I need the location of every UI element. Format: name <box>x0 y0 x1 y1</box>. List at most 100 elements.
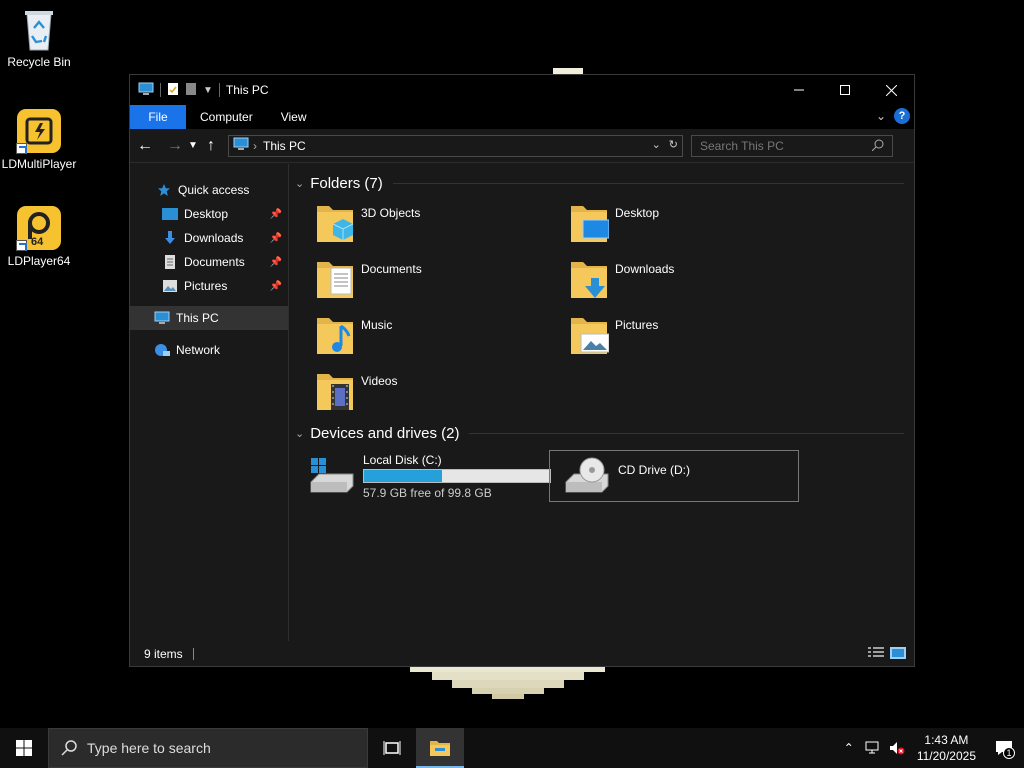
drives-list: Local Disk (C:) 57.9 GB free of 99.8 GB … <box>295 450 914 502</box>
tab-computer[interactable]: Computer <box>186 105 267 129</box>
details-view-icon[interactable] <box>868 647 884 662</box>
folder-3d-objects[interactable]: 3D Objects <box>295 202 549 258</box>
folder-name: Downloads <box>615 262 675 276</box>
ribbon-right: ⌄ ? <box>876 108 910 124</box>
nav-item-this-pc[interactable]: This PC <box>130 306 288 330</box>
action-center-button[interactable]: 1 <box>984 728 1024 768</box>
address-bar[interactable]: › This PC ⌄ ↻ <box>228 134 683 157</box>
desktop-icon-ldmultiplayer[interactable]: LDMultiPlayer <box>0 108 78 171</box>
ldmultiplayer-icon <box>16 108 62 154</box>
windows-logo-icon <box>16 740 32 756</box>
customize-toolbar-icon[interactable]: ▼ <box>203 85 213 96</box>
nav-item-pictures[interactable]: Pictures 📌 <box>130 274 288 298</box>
recent-locations-button[interactable]: ▼ <box>186 140 200 151</box>
nav-label: Pictures <box>184 279 228 293</box>
status-bar: 9 items <box>130 641 914 666</box>
show-hidden-icons-icon[interactable]: ⌃ <box>837 741 861 755</box>
nav-item-documents[interactable]: Documents 📌 <box>130 250 288 274</box>
drive-name: CD Drive (D:) <box>618 463 690 477</box>
wallpaper-shape <box>432 672 584 680</box>
breadcrumb[interactable]: This PC <box>263 139 306 153</box>
separator <box>192 647 194 660</box>
pin-icon[interactable]: 📌 <box>270 209 282 220</box>
forward-button[interactable]: → <box>164 137 186 155</box>
group-divider <box>469 432 904 434</box>
separator <box>218 83 220 97</box>
address-actions: ⌄ ↻ <box>652 138 678 151</box>
pin-icon[interactable]: 📌 <box>270 257 282 268</box>
chevron-right-icon: › <box>253 138 257 153</box>
drive-cd-drive-d[interactable]: CD Drive (D:) <box>549 450 799 502</box>
folder-name: Documents <box>361 262 422 276</box>
nav-item-network[interactable]: Network <box>130 338 288 362</box>
this-pc-icon <box>233 137 249 154</box>
nav-item-downloads[interactable]: Downloads 📌 <box>130 226 288 250</box>
taskbar: Type here to search ⌃ 1:43 AM 11/20/2025… <box>0 728 1024 768</box>
view-buttons <box>868 647 906 662</box>
title-bar[interactable]: ▼ This PC <box>130 75 914 105</box>
chevron-down-icon: ⌄ <box>295 427 305 440</box>
taskbar-search-box[interactable]: Type here to search <box>48 728 368 768</box>
clock[interactable]: 1:43 AM 11/20/2025 <box>917 732 976 764</box>
tab-view[interactable]: View <box>267 105 321 129</box>
start-button[interactable] <box>0 728 48 768</box>
folders-group-header[interactable]: ⌄ Folders (7) <box>295 172 914 194</box>
minimize-button[interactable] <box>776 75 822 105</box>
back-button[interactable]: ← <box>134 137 156 155</box>
tab-file[interactable]: File <box>130 105 186 129</box>
refresh-icon[interactable]: ↻ <box>669 138 678 151</box>
ldplayer64-icon: 64 <box>16 205 62 251</box>
folder-pictures[interactable]: Pictures <box>549 314 803 370</box>
folder-downloads[interactable]: Downloads <box>549 258 803 314</box>
drives-group-header[interactable]: ⌄ Devices and drives (2) <box>295 422 914 444</box>
wallpaper-shape <box>452 680 564 688</box>
network-status-icon[interactable] <box>861 741 885 755</box>
folder-name: Pictures <box>615 318 659 332</box>
nav-label: Downloads <box>184 231 244 245</box>
pin-icon[interactable]: 📌 <box>270 281 282 292</box>
address-dropdown-icon[interactable]: ⌄ <box>652 138 661 151</box>
nav-label: Quick access <box>178 183 250 197</box>
nav-quick-access[interactable]: Quick access <box>130 178 288 202</box>
close-button[interactable] <box>868 75 914 105</box>
folder-music[interactable]: Music <box>295 314 549 370</box>
drive-local-disk-c[interactable]: Local Disk (C:) 57.9 GB free of 99.8 GB <box>295 450 551 502</box>
shortcut-arrow-icon <box>16 143 27 154</box>
pictures-icon <box>162 278 178 294</box>
downloads-icon <box>162 230 178 246</box>
tiles-view-icon[interactable] <box>890 647 906 662</box>
volume-muted-icon[interactable] <box>885 741 909 755</box>
desktop-icon <box>162 206 178 222</box>
downloads-folder-icon <box>569 258 609 305</box>
local-disk-icon <box>309 456 355 497</box>
desktop-folder-icon <box>569 202 610 249</box>
folder-name: Desktop <box>615 206 660 220</box>
file-explorer-window: ▼ This PC File Computer View ⌄ ? ← → ▼ ↑ <box>129 74 915 667</box>
drive-name: Local Disk (C:) <box>363 452 442 467</box>
file-explorer-icon <box>430 741 450 756</box>
properties-icon[interactable] <box>167 82 179 99</box>
taskbar-file-explorer[interactable] <box>416 728 464 768</box>
desktop-icon-ldplayer64[interactable]: 64 LDPlayer64 <box>0 205 78 268</box>
pin-icon[interactable]: 📌 <box>270 233 282 244</box>
up-button[interactable]: ↑ <box>200 137 222 155</box>
nav-item-desktop[interactable]: Desktop 📌 <box>130 202 288 226</box>
maximize-button[interactable] <box>822 75 868 105</box>
new-folder-icon[interactable] <box>185 82 197 99</box>
drive-usage-fill <box>364 469 443 482</box>
expand-ribbon-icon[interactable]: ⌄ <box>876 109 886 123</box>
search-icon <box>871 139 884 154</box>
taskbar-search-placeholder: Type here to search <box>87 740 211 756</box>
folder-desktop[interactable]: Desktop <box>549 202 803 258</box>
ldplayer-badge: 64 <box>31 236 44 248</box>
folder-videos[interactable]: Videos <box>295 370 549 426</box>
desktop-icon-recycle-bin[interactable]: Recycle Bin <box>0 6 78 69</box>
help-button[interactable]: ? <box>894 108 910 124</box>
nav-label: Network <box>176 343 221 357</box>
folder-documents[interactable]: Documents <box>295 258 549 314</box>
task-view-button[interactable] <box>368 728 416 768</box>
search-box[interactable]: Search This PC <box>691 134 893 157</box>
clock-time: 1:43 AM <box>924 733 969 747</box>
folder-name: Music <box>361 318 393 332</box>
separator <box>160 83 161 97</box>
